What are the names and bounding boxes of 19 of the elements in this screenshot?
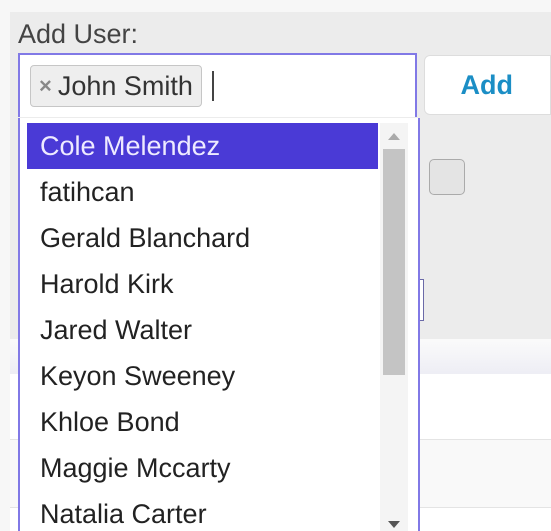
dropdown-option[interactable]: Cole Melendez [27, 123, 378, 169]
scroll-down-icon[interactable] [387, 520, 401, 530]
dropdown-option[interactable]: Khloe Bond [27, 399, 378, 445]
dropdown-option[interactable]: Jared Walter [27, 307, 378, 353]
add-button[interactable]: Add [424, 55, 551, 115]
dropdown-option[interactable]: fatihcan [27, 169, 378, 215]
scroll-up-icon[interactable] [387, 131, 401, 141]
field-label: Add User: [17, 18, 138, 50]
dropdown-option[interactable]: Harold Kirk [27, 261, 378, 307]
scrollbar-thumb[interactable] [383, 149, 405, 375]
checkbox[interactable] [429, 159, 465, 195]
scrollbar[interactable] [380, 123, 408, 531]
text-cursor [212, 71, 214, 101]
dropdown-option[interactable]: Maggie Mccarty [27, 445, 378, 491]
dropdown-option[interactable]: Gerald Blanchard [27, 215, 378, 261]
dropdown-option[interactable]: Natalia Carter [27, 491, 378, 531]
user-input-field[interactable]: × John Smith [18, 53, 416, 117]
dropdown-option[interactable]: Keyon Sweeney [27, 353, 378, 399]
tag-label: John Smith [58, 70, 193, 103]
